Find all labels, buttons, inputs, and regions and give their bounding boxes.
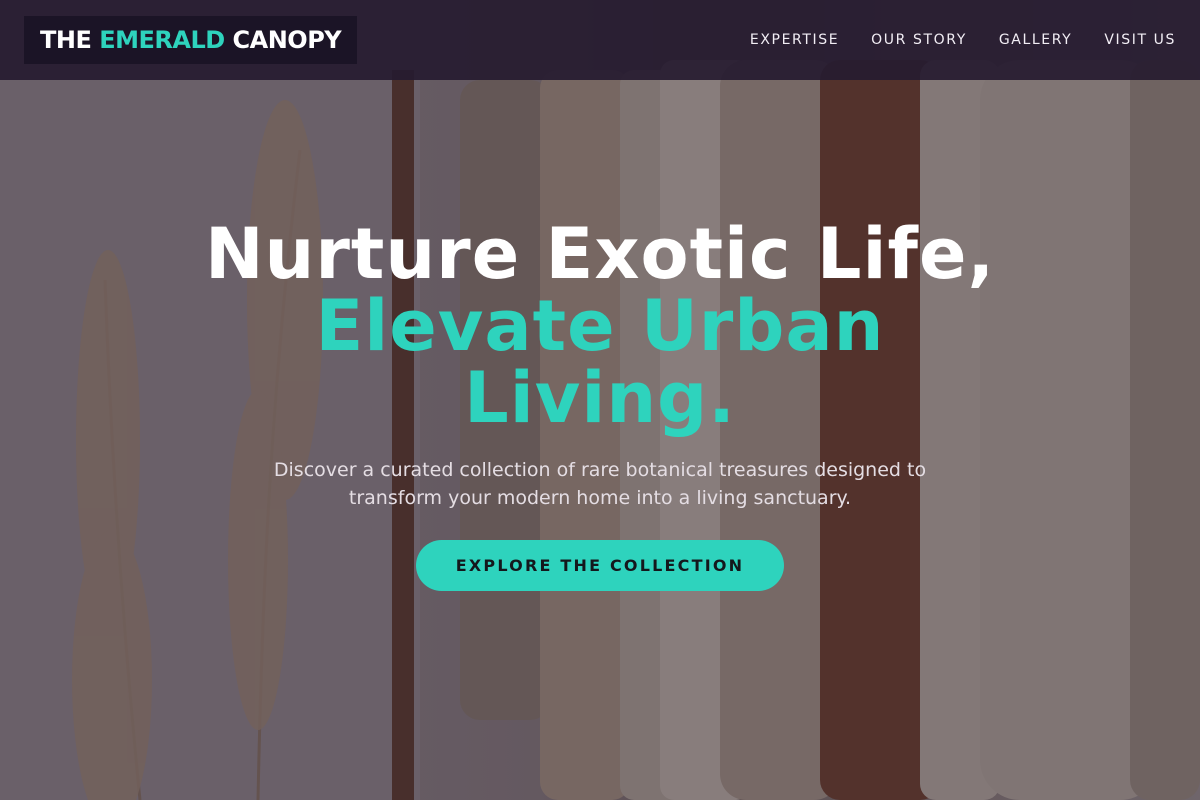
headline-line-1: Nurture Exotic Life, (204, 213, 996, 295)
explore-collection-button[interactable]: EXPLORE THE COLLECTION (415, 540, 785, 591)
hero-section: Nurture Exotic Life, Elevate Urban Livin… (0, 80, 1200, 800)
hero-subtitle: Discover a curated collection of rare bo… (273, 459, 927, 509)
main-nav: EXPERTISE OUR STORY GALLERY VISIT US (750, 32, 1176, 48)
nav-link-expertise[interactable]: EXPERTISE (750, 32, 839, 48)
brand-prefix: THE (40, 26, 92, 54)
nav-link-visit-us[interactable]: VISIT US (1104, 32, 1176, 48)
nav-link-our-story[interactable]: OUR STORY (871, 32, 967, 48)
brand-logo[interactable]: THE EMERALD CANOPY (24, 16, 358, 64)
brand-accent-word: EMERALD (99, 26, 225, 54)
nav-link-gallery[interactable]: GALLERY (999, 32, 1072, 48)
headline-line-2: Elevate Urban (315, 285, 885, 367)
brand-suffix: CANOPY (232, 26, 342, 54)
headline-line-3: Living. (464, 357, 736, 439)
hero-headline: Nurture Exotic Life, Elevate Urban Livin… (150, 218, 1050, 434)
site-header: THE EMERALD CANOPY EXPERTISE OUR STORY G… (0, 0, 1200, 80)
